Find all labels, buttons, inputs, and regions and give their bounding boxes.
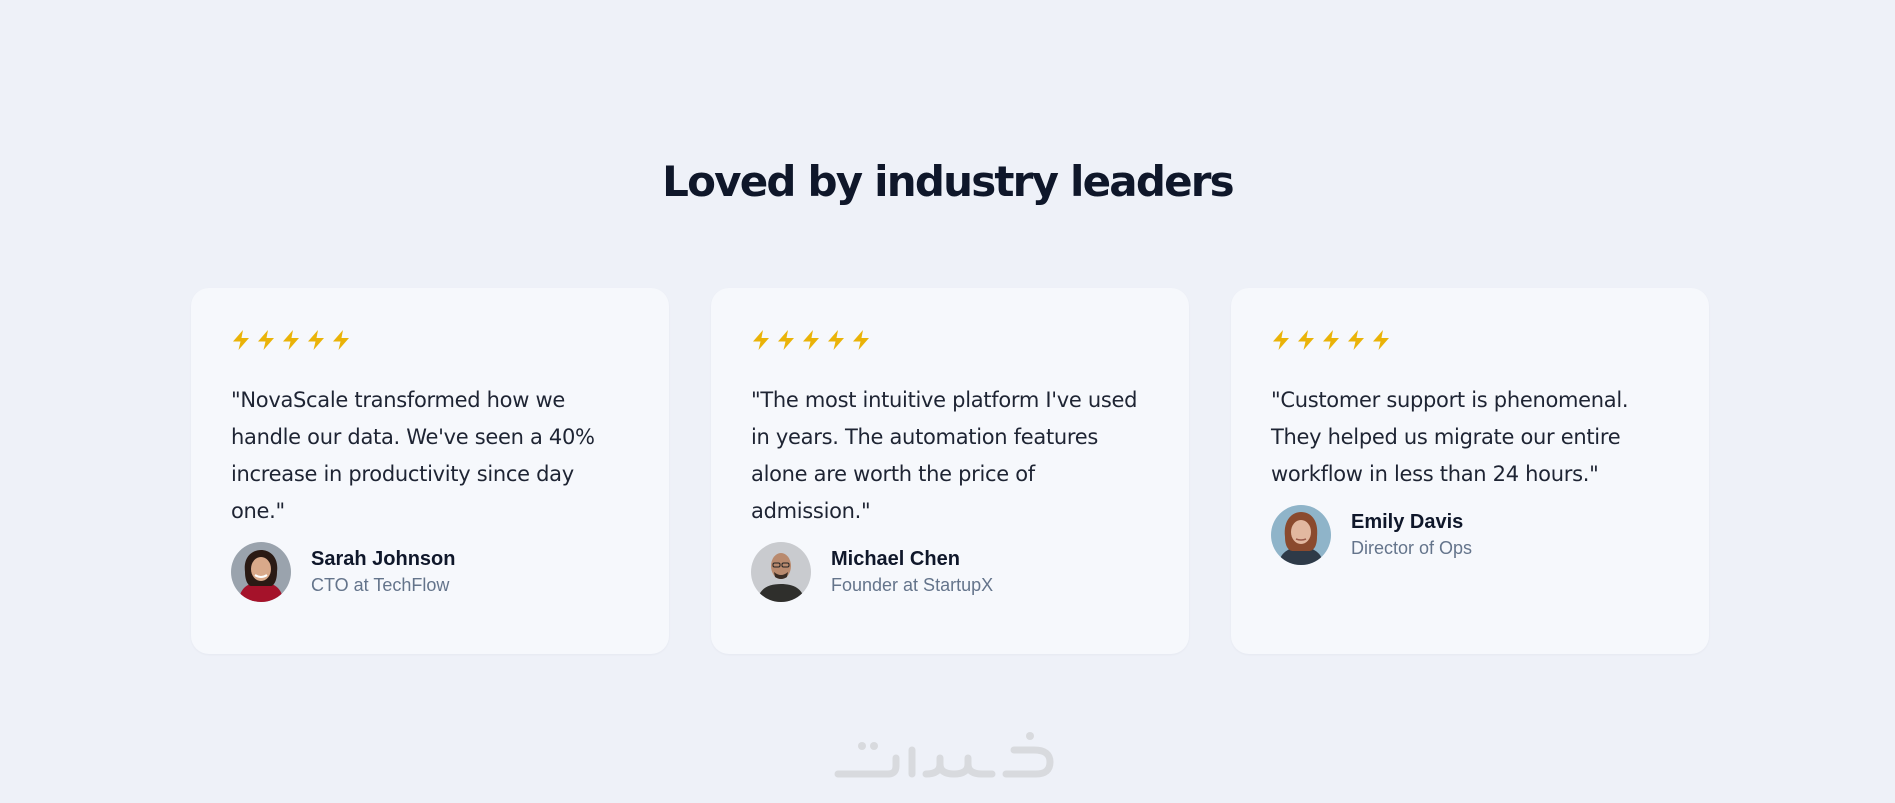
avatar: [751, 542, 811, 602]
testimonial-card: "NovaScale transformed how we handle our…: [191, 288, 669, 654]
rating-stars: [231, 328, 629, 352]
lightning-bolt-icon: [1321, 329, 1341, 351]
author-role: Director of Ops: [1351, 538, 1473, 558]
author-role: Founder at StartupX: [831, 575, 994, 595]
testimonial-author: Sarah Johnson CTO at TechFlow: [231, 542, 629, 602]
lightning-bolt-icon: [231, 329, 251, 351]
testimonial-quote: "Customer support is phenomenal. They he…: [1271, 388, 1629, 486]
testimonial-quote: "NovaScale transformed how we handle our…: [231, 388, 595, 523]
testimonial-card: "The most intuitive platform I've used i…: [711, 288, 1189, 654]
author-name: Emily Davis: [1351, 511, 1464, 533]
lightning-bolt-icon: [826, 329, 846, 351]
author-name: Sarah Johnson: [311, 548, 456, 570]
testimonial-quote: "The most intuitive platform I've used i…: [751, 388, 1138, 523]
lightning-bolt-icon: [776, 329, 796, 351]
section-heading: Loved by industry leaders: [662, 157, 1235, 206]
rating-stars: [1271, 328, 1669, 352]
author-role: CTO at TechFlow: [311, 575, 450, 595]
lightning-bolt-icon: [306, 329, 326, 351]
lightning-bolt-icon: [1271, 329, 1291, 351]
lightning-bolt-icon: [331, 329, 351, 351]
avatar: [231, 542, 291, 602]
lightning-bolt-icon: [1346, 329, 1366, 351]
testimonial-card: "Customer support is phenomenal. They he…: [1231, 288, 1709, 654]
testimonial-cards: "NovaScale transformed how we handle our…: [191, 288, 1709, 654]
testimonials-section: Loved by industry leaders "NovaScale tra…: [0, 0, 1895, 803]
lightning-bolt-icon: [256, 329, 276, 351]
testimonial-author: Michael Chen Founder at StartupX: [751, 542, 1149, 602]
testimonial-author: Emily Davis Director of Ops: [1271, 505, 1669, 565]
author-name: Michael Chen: [831, 548, 960, 570]
lightning-bolt-icon: [1296, 329, 1316, 351]
lightning-bolt-icon: [1371, 329, 1391, 351]
lightning-bolt-icon: [281, 329, 301, 351]
watermark-logo: [830, 728, 1062, 790]
lightning-bolt-icon: [851, 329, 871, 351]
lightning-bolt-icon: [751, 329, 771, 351]
rating-stars: [751, 328, 1149, 352]
lightning-bolt-icon: [801, 329, 821, 351]
avatar: [1271, 505, 1331, 565]
